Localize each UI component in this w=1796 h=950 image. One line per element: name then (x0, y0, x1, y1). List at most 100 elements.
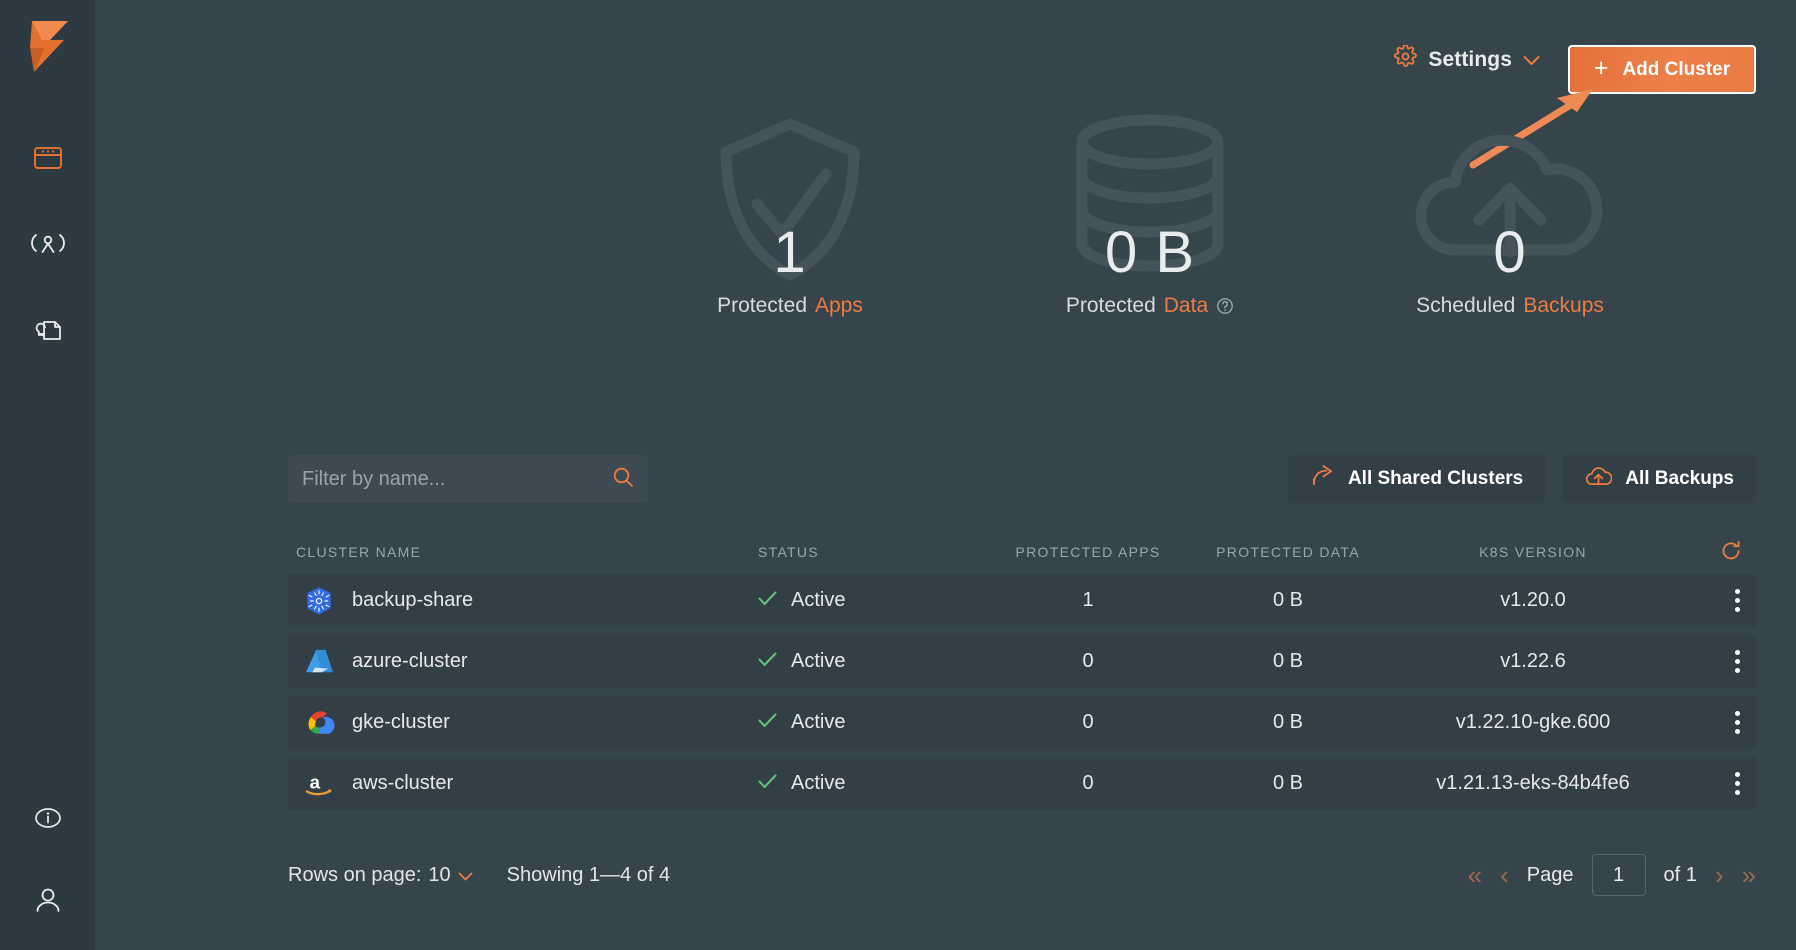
cell-protected-apps: 0 (988, 711, 1188, 734)
row-actions-menu[interactable] (1678, 589, 1756, 612)
column-header-protected-data[interactable]: PROTECTED DATA (1188, 544, 1388, 560)
status-text: Active (791, 711, 845, 734)
check-icon (758, 711, 777, 734)
cell-cluster-name: a aws-cluster (288, 767, 758, 801)
cell-protected-data: 0 B (1188, 650, 1388, 673)
table-row[interactable]: gke-cluster Active 0 0 B v1.22.10-gke.60… (288, 696, 1756, 749)
cell-k8s-version: v1.22.10-gke.600 (1388, 711, 1678, 734)
share-arrow-icon (1310, 465, 1335, 493)
vertical-dots-icon[interactable] (1735, 650, 1740, 673)
footer-left: Rows on page: 10 Showing 1—4 of 4 (288, 864, 670, 887)
stat-label-accent: Data (1164, 294, 1208, 318)
rows-per-page-value: 10 (428, 864, 450, 887)
kasten-logo[interactable] (20, 18, 76, 76)
row-actions-menu[interactable] (1678, 711, 1756, 734)
cluster-name-text: azure-cluster (352, 650, 468, 673)
table-row[interactable]: backup-share Active 1 0 B v1.20.0 (288, 574, 1756, 627)
add-cluster-label: Add Cluster (1622, 59, 1730, 81)
toolbar-buttons: All Shared Clusters All Backups (1288, 455, 1756, 503)
app-root: Settings + Add Cluster (0, 0, 1796, 950)
stat-label-prefix: Scheduled (1416, 294, 1515, 318)
check-icon (758, 772, 777, 795)
cluster-name-text: aws-cluster (352, 772, 453, 795)
clusters-table: CLUSTER NAME STATUS PROTECTED APPS PROTE… (288, 530, 1756, 818)
stat-scheduled-backups: 0 Scheduled Backups (1360, 108, 1660, 318)
filter-box[interactable] (288, 455, 648, 503)
first-page-button[interactable]: « (1468, 862, 1482, 888)
cell-protected-apps: 1 (988, 589, 1188, 612)
chevron-down-icon (1523, 48, 1540, 72)
azure-icon (302, 645, 336, 679)
check-icon (758, 589, 777, 612)
cluster-name-text: gke-cluster (352, 711, 450, 734)
column-header-k8s-version[interactable]: K8S VERSION (1388, 544, 1678, 560)
row-actions-menu[interactable] (1678, 772, 1756, 795)
vertical-dots-icon[interactable] (1735, 711, 1740, 734)
add-cluster-button[interactable]: + Add Cluster (1568, 45, 1756, 94)
all-shared-clusters-button[interactable]: All Shared Clusters (1288, 455, 1545, 503)
table-footer: Rows on page: 10 Showing 1—4 of 4 « ‹ Pa… (288, 845, 1756, 905)
column-header-status[interactable]: STATUS (758, 544, 988, 560)
column-header-protected-apps[interactable]: PROTECTED APPS (988, 544, 1188, 560)
sidebar-item-policies[interactable] (28, 310, 68, 350)
status-text: Active (791, 772, 845, 795)
column-header-cluster-name[interactable]: CLUSTER NAME (288, 544, 758, 560)
refresh-icon[interactable] (1720, 540, 1742, 565)
stat-label: Scheduled Backups (1416, 294, 1604, 318)
stat-protected-data: 0 B Protected Data (1000, 108, 1300, 318)
all-shared-clusters-label: All Shared Clusters (1348, 468, 1523, 490)
page-number-input[interactable] (1592, 854, 1646, 896)
kubernetes-icon (302, 584, 336, 618)
cell-status: Active (758, 772, 988, 795)
settings-button[interactable]: Settings (1394, 45, 1540, 74)
vertical-dots-icon[interactable] (1735, 772, 1740, 795)
table-toolbar: All Shared Clusters All Backups (288, 455, 1756, 503)
previous-page-button[interactable]: ‹ (1500, 862, 1509, 888)
question-circle-icon[interactable] (1216, 297, 1234, 315)
stat-value: 1 (773, 224, 806, 282)
cell-cluster-name: gke-cluster (288, 706, 758, 740)
next-page-button[interactable]: › (1715, 862, 1724, 888)
stat-label: Protected Apps (717, 294, 863, 318)
table-row[interactable]: a aws-cluster Active 0 0 B v1.21.13-eks- (288, 757, 1756, 810)
all-backups-label: All Backups (1625, 468, 1734, 490)
vertical-dots-icon[interactable] (1735, 589, 1740, 612)
rows-per-page-label: Rows on page: (288, 864, 421, 887)
cell-status: Active (758, 711, 988, 734)
gcp-icon (302, 706, 336, 740)
stats-row: 1 Protected Apps 0 B Protect (190, 108, 1796, 328)
cloud-upload-icon (1585, 466, 1612, 493)
table-row[interactable]: azure-cluster Active 0 0 B v1.22.6 (288, 635, 1756, 688)
total-pages-label: of 1 (1664, 864, 1697, 887)
stat-label-accent: Apps (815, 294, 863, 318)
row-actions-menu[interactable] (1678, 650, 1756, 673)
main-content: Settings + Add Cluster (95, 0, 1796, 950)
pagination: « ‹ Page of 1 › » (1468, 854, 1756, 896)
cell-protected-apps: 0 (988, 772, 1188, 795)
cell-cluster-name: backup-share (288, 584, 758, 618)
cell-k8s-version: v1.21.13-eks-84b4fe6 (1388, 772, 1678, 795)
sidebar-nav-bottom (28, 798, 68, 920)
sidebar-item-applications[interactable] (28, 224, 68, 264)
info-icon[interactable] (28, 798, 68, 838)
user-account-icon[interactable] (28, 880, 68, 920)
cell-status: Active (758, 650, 988, 673)
cell-protected-apps: 0 (988, 650, 1188, 673)
rows-per-page-select[interactable]: Rows on page: 10 (288, 864, 473, 887)
last-page-button[interactable]: » (1742, 862, 1756, 888)
search-icon[interactable] (612, 466, 634, 493)
search-input[interactable] (302, 468, 612, 491)
sidebar-item-dashboard[interactable] (28, 138, 68, 178)
cell-status: Active (758, 589, 988, 612)
chevron-down-icon (458, 864, 473, 887)
sidebar-nav-top (28, 138, 68, 350)
stat-label-accent: Backups (1523, 294, 1604, 318)
all-backups-button[interactable]: All Backups (1563, 455, 1756, 503)
showing-count-text: Showing 1—4 of 4 (507, 864, 670, 887)
aws-icon: a (302, 767, 336, 801)
cluster-name-text: backup-share (352, 589, 473, 612)
svg-text:a: a (310, 771, 321, 792)
sidebar (0, 0, 95, 950)
cell-k8s-version: v1.22.6 (1388, 650, 1678, 673)
status-text: Active (791, 589, 845, 612)
